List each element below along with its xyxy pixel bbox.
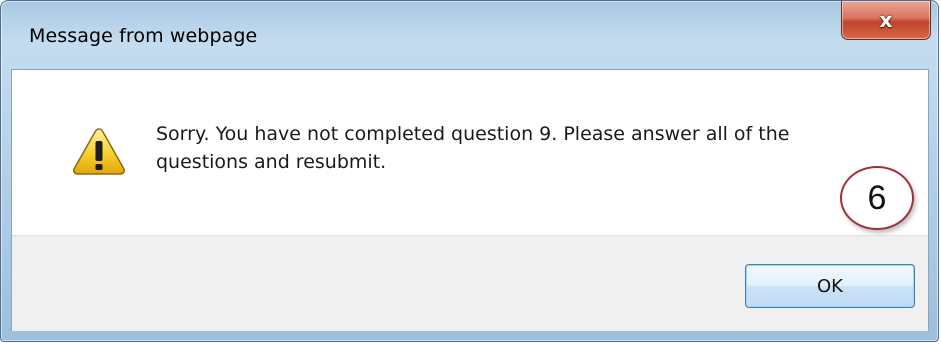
- ok-button[interactable]: OK: [745, 264, 915, 308]
- window-title: Message from webpage: [29, 25, 258, 47]
- dialog-message: Sorry. You have not completed question 9…: [156, 123, 790, 173]
- warning-icon: [73, 128, 125, 175]
- message-area: Sorry. You have not completed question 9…: [12, 70, 928, 235]
- step-number: 6: [867, 178, 887, 217]
- dialog-body: Sorry. You have not completed question 9…: [11, 69, 929, 331]
- message-dialog: Message from webpage x Sorry. You have n…: [0, 0, 939, 342]
- title-bar[interactable]: Message from webpage x: [1, 1, 938, 69]
- step-number-marker: 6: [840, 166, 914, 230]
- button-area: OK: [12, 235, 928, 331]
- close-button[interactable]: x: [841, 1, 931, 40]
- close-icon: x: [879, 8, 893, 32]
